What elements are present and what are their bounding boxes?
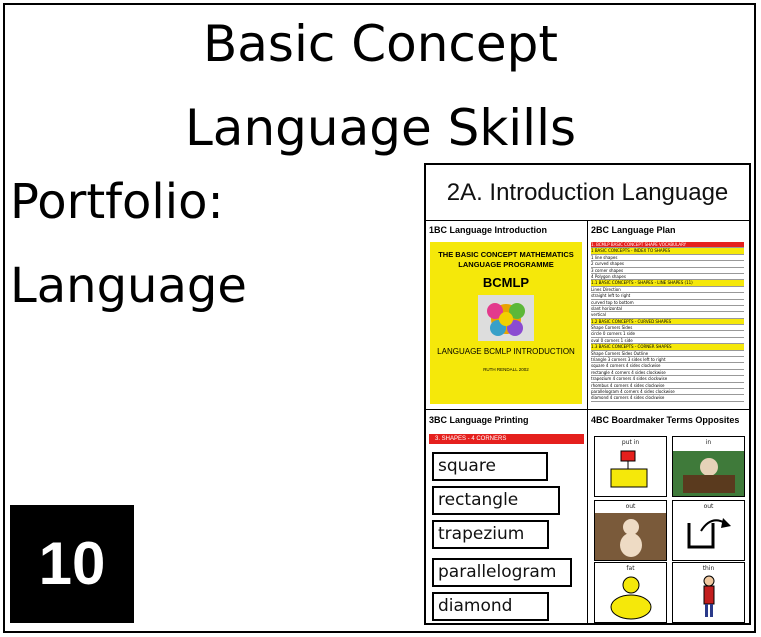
preview-title: 2A. Introduction Language [426, 165, 749, 221]
portfolio-label: Portfolio: [10, 174, 224, 230]
cell-label: 4BC Boardmaker Terms Opposites [591, 415, 740, 425]
pic-label: thin [702, 565, 715, 572]
word-box: square [432, 452, 548, 481]
preview-thumbnail: 2A. Introduction Language 1BC Language I… [424, 163, 751, 625]
cover-heading: THE BASIC CONCEPT MATHEMATICS LANGUAGE P… [438, 250, 574, 269]
number-badge: 10 [10, 505, 134, 623]
cover-page: THE BASIC CONCEPT MATHEMATICS LANGUAGE P… [430, 242, 582, 404]
preview-cell-printing: 3BC Language Printing 3. SHAPES - 4 CORN… [426, 410, 588, 623]
cover-footer: RUTH RENDALL 2002 [483, 367, 529, 372]
cell-label: 1BC Language Introduction [429, 225, 547, 235]
plan-row: diamond 4 corners 4 sides clockwise [591, 395, 744, 402]
page-title-line1: Basic Concept [202, 15, 559, 73]
preview-cell-plan: 2BC Language Plan 1. BCMLP BASIC CONCEPT… [588, 220, 749, 410]
portfolio-subject: Language [10, 258, 247, 314]
shapes-bar: 3. SHAPES - 4 CORNERS [429, 434, 584, 444]
pic-label: put in [621, 439, 640, 446]
out-picture-2: out [672, 500, 745, 561]
plan-table: 1. BCMLP BASIC CONCEPT SHAPE VOCABULARY … [591, 242, 744, 402]
pic-label: out [703, 503, 714, 510]
out-picture-1: out [594, 500, 667, 561]
cell-label: 2BC Language Plan [591, 225, 676, 235]
preview-cell-opposites: 4BC Boardmaker Terms Opposites put in in… [588, 410, 749, 623]
word-box: rectangle [432, 486, 560, 515]
cover-subtitle: LANGUAGE BCMLP INTRODUCTION [437, 347, 575, 356]
spiky-ball-image [478, 295, 534, 341]
word-box: parallelogram [432, 558, 572, 587]
pic-label: fat [626, 565, 635, 572]
in-picture: in [672, 436, 745, 497]
word-box: trapezium [432, 520, 549, 549]
page-title-line2: Language Skills [184, 99, 577, 157]
word-box: diamond [432, 592, 549, 621]
pic-label: out [625, 503, 636, 510]
thin-picture: thin [672, 562, 745, 623]
pic-label: in [705, 439, 712, 446]
cell-label: 3BC Language Printing [429, 415, 529, 425]
cover-acronym: BCMLP [482, 275, 530, 290]
put-in-picture: put in [594, 436, 667, 497]
fat-picture: fat [594, 562, 667, 623]
preview-cell-introduction: 1BC Language Introduction THE BASIC CONC… [426, 220, 588, 410]
